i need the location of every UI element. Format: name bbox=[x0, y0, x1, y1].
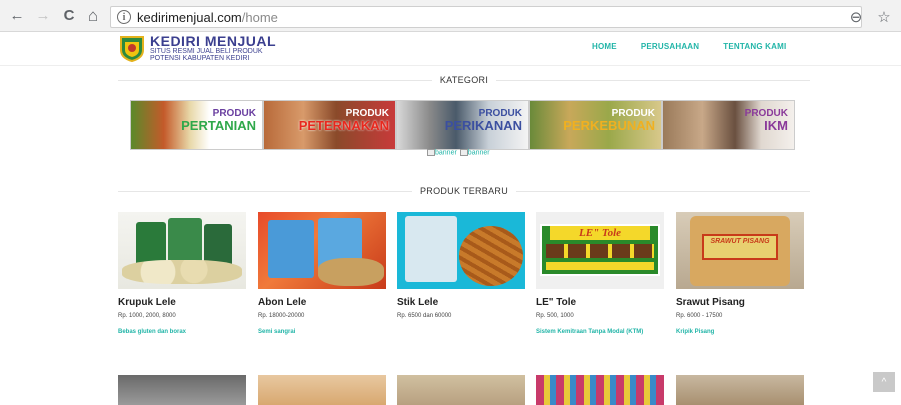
product-card[interactable]: LE" Tole LE" Tole Rp. 500, 1000 Sistem K… bbox=[536, 212, 664, 337]
kategori-heading: KATEGORI bbox=[118, 73, 810, 87]
product-image[interactable] bbox=[397, 212, 525, 289]
info-icon[interactable]: i bbox=[117, 10, 131, 24]
kediri-emblem-icon bbox=[120, 36, 144, 62]
logo-subtitle-2: POTENSI KABUPATEN KEDIRI bbox=[150, 55, 250, 62]
site-header: KEDIRI MENJUAL SITUS RESMI JUAL BELI PRO… bbox=[0, 32, 901, 66]
product-image[interactable]: SRAWUT PISANG bbox=[676, 212, 804, 289]
reload-icon[interactable]: C bbox=[58, 5, 80, 27]
product-card[interactable]: Abon Lele Rp. 18000-20000 Semi sangrai bbox=[258, 212, 386, 337]
produk-terbaru-heading: PRODUK TERBARU bbox=[118, 184, 810, 198]
product-image[interactable] bbox=[676, 375, 804, 405]
product-price: Rp. 6000 - 17500 bbox=[676, 313, 723, 319]
product-card[interactable]: Krupuk Lele Rp. 1000, 2000, 8000 Bebas g… bbox=[118, 212, 246, 337]
srawut-label: SRAWUT PISANG bbox=[702, 234, 778, 260]
product-image[interactable] bbox=[118, 375, 246, 405]
url-path: /home bbox=[241, 9, 278, 25]
product-price: Rp. 1000, 2000, 8000 bbox=[118, 313, 176, 319]
product-image[interactable]: LE" Tole bbox=[536, 212, 664, 289]
product-desc[interactable]: Kripik Pisang bbox=[676, 328, 804, 337]
browser-toolbar: ← → C ⌂ i kedirimenjual.com/home ⊖ ☆ bbox=[0, 0, 901, 32]
back-icon[interactable]: ← bbox=[6, 5, 28, 27]
product-image[interactable] bbox=[118, 212, 246, 289]
category-banners: PRODUK PERTANIAN PRODUK PETERNAKAN PRODU… bbox=[130, 100, 795, 150]
menu-home[interactable]: HOME bbox=[592, 42, 617, 51]
main-menu: HOME PERUSAHAAN TENTANG KAMI bbox=[592, 42, 810, 51]
product-image[interactable] bbox=[258, 375, 386, 405]
product-price: Rp. 500, 1000 bbox=[536, 313, 574, 319]
product-desc[interactable]: Semi sangrai bbox=[258, 328, 386, 337]
product-price: Rp. 6500 dan 60000 bbox=[397, 313, 452, 319]
category-label: PRODUK PETERNAKAN bbox=[298, 108, 389, 133]
product-card[interactable]: SRAWUT PISANG Srawut Pisang Rp. 6000 - 1… bbox=[676, 212, 804, 337]
category-perikanan[interactable]: PRODUK PERIKANAN bbox=[396, 100, 529, 150]
forward-icon[interactable]: → bbox=[32, 5, 54, 27]
menu-tentang-kami[interactable]: TENTANG KAMI bbox=[723, 42, 786, 51]
logo-subtitle-1: SITUS RESMI JUAL BELI PRODUK bbox=[150, 48, 263, 55]
product-name[interactable]: LE" Tole bbox=[536, 297, 664, 308]
scroll-to-top-button[interactable]: ^ bbox=[873, 372, 895, 392]
product-price: Rp. 18000-20000 bbox=[258, 313, 305, 319]
home-icon[interactable]: ⌂ bbox=[82, 5, 104, 27]
category-label: PRODUK IKM bbox=[744, 108, 788, 133]
product-desc[interactable]: Sistem Kemitraan Tanpa Modal (KTM) bbox=[536, 328, 664, 337]
product-card[interactable]: Stik Lele Rp. 6500 dan 60000 bbox=[397, 212, 525, 328]
category-pertanian[interactable]: PRODUK PERTANIAN bbox=[130, 100, 263, 150]
product-name[interactable]: Krupuk Lele bbox=[118, 297, 246, 308]
bookmark-star-icon[interactable]: ☆ bbox=[873, 6, 895, 28]
category-label: PRODUK PERIKANAN bbox=[444, 108, 522, 133]
product-name[interactable]: Abon Lele bbox=[258, 297, 386, 308]
product-image[interactable] bbox=[258, 212, 386, 289]
category-ikm[interactable]: PRODUK IKM bbox=[662, 100, 795, 150]
product-image[interactable] bbox=[397, 375, 525, 405]
logo-title: KEDIRI MENJUAL bbox=[150, 33, 277, 49]
broken-banner-2[interactable]: banner bbox=[459, 149, 490, 156]
category-label: PRODUK PERTANIAN bbox=[181, 108, 256, 133]
kategori-title: KATEGORI bbox=[439, 75, 489, 85]
product-image[interactable] bbox=[536, 375, 664, 405]
address-bar[interactable]: i kedirimenjual.com/home bbox=[110, 6, 862, 28]
category-peternakan[interactable]: PRODUK PETERNAKAN bbox=[263, 100, 396, 150]
zoom-icon[interactable]: ⊖ bbox=[845, 6, 867, 28]
letole-badge: LE" Tole bbox=[550, 226, 650, 240]
product-desc[interactable]: Bebas gluten dan borax bbox=[118, 328, 246, 337]
url-domain: kedirimenjual.com bbox=[137, 9, 242, 25]
broken-banner-links: banner banner bbox=[427, 149, 490, 156]
product-name[interactable]: Srawut Pisang bbox=[676, 297, 804, 308]
category-perkebunan[interactable]: PRODUK PERKEBUNAN bbox=[529, 100, 662, 150]
broken-image-icon bbox=[459, 149, 468, 156]
produk-terbaru-title: PRODUK TERBARU bbox=[419, 186, 509, 196]
menu-perusahaan[interactable]: PERUSAHAAN bbox=[641, 42, 699, 51]
broken-banner-1[interactable]: banner bbox=[427, 149, 457, 156]
broken-image-icon bbox=[427, 149, 435, 156]
site-logo[interactable]: KEDIRI MENJUAL SITUS RESMI JUAL BELI PRO… bbox=[118, 34, 276, 62]
category-label: PRODUK PERKEBUNAN bbox=[563, 108, 655, 133]
product-name[interactable]: Stik Lele bbox=[397, 297, 525, 308]
